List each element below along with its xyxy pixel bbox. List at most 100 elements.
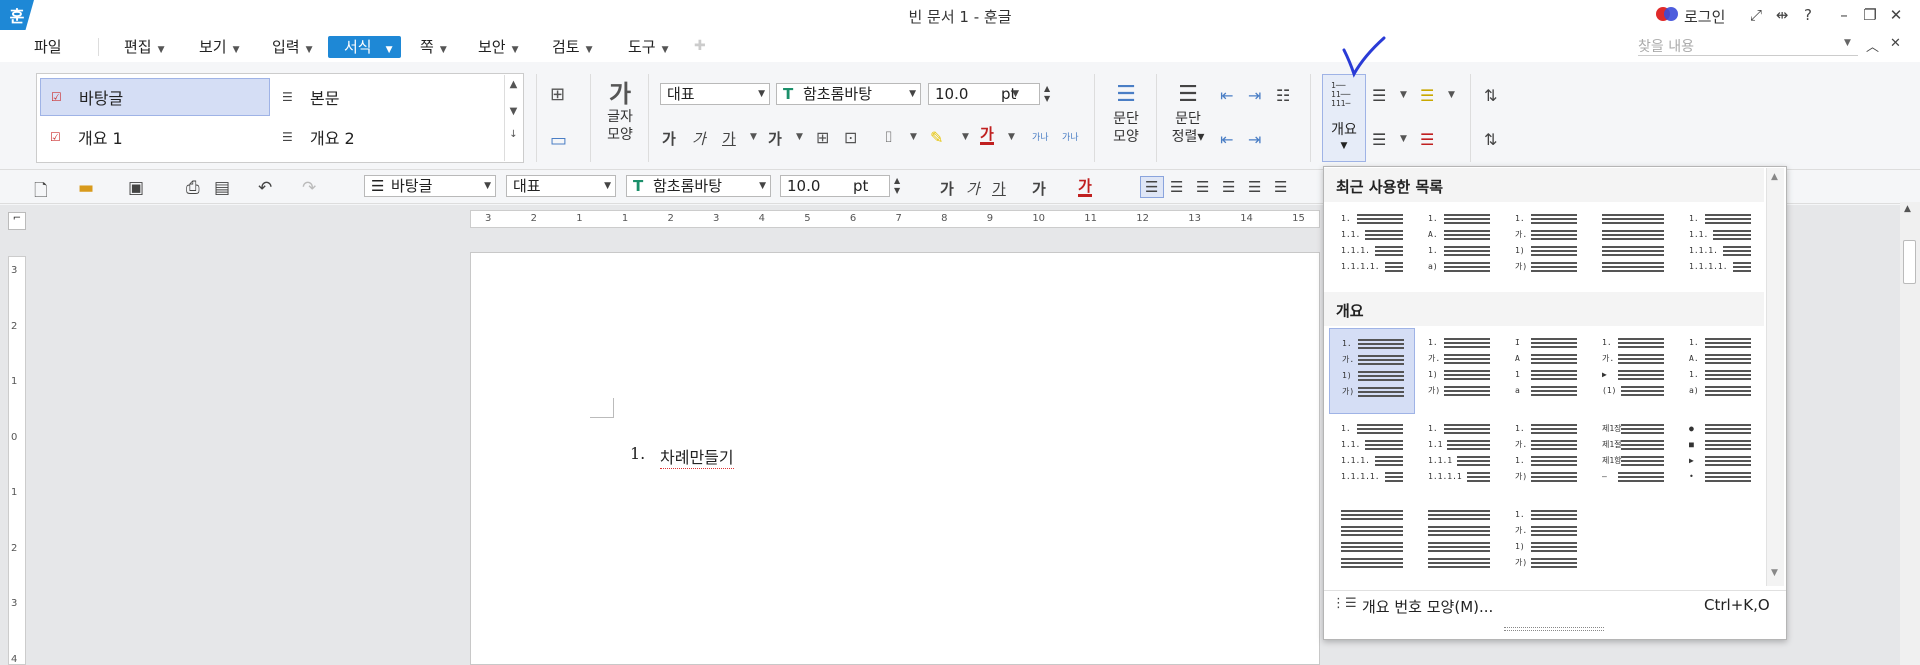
char-shape-button[interactable]: 가 글자 모양 [598, 80, 642, 144]
chevron-down-icon[interactable]: ▼ [796, 132, 803, 142]
login-logo-icon[interactable] [1656, 7, 1678, 23]
outline-thumb[interactable]: 1. 1.1. 1.1.1. 1.1.1.1. [1329, 414, 1415, 500]
outline-thumb[interactable]: 1. 가. ▶ (1) [1590, 328, 1676, 414]
help-icon[interactable]: ? [1798, 6, 1818, 24]
recent-thumb[interactable]: 1. 가. 1) 가) [1503, 204, 1589, 290]
align-distribute-icon[interactable]: ☰ [1248, 178, 1261, 196]
style-combo[interactable]: ☰ 바탕글 ▼ [364, 175, 496, 197]
indent-right-icon[interactable]: ⇥ [1248, 86, 1261, 105]
collapse-ribbon-icon[interactable]: ︿ [1866, 36, 1879, 55]
scroll-thumb[interactable] [1903, 240, 1916, 284]
align-split-icon[interactable]: ☰ [1274, 178, 1287, 196]
indent-left-icon[interactable]: ⇤ [1220, 86, 1233, 105]
margin-right-icon[interactable]: ⇥ [1248, 130, 1261, 149]
size-stepper[interactable]: ▲ ▼ [1044, 84, 1050, 104]
search-dropdown-icon[interactable]: ▼ [1844, 38, 1851, 48]
menu-review[interactable]: 검토 ▼ [552, 36, 593, 58]
scroll-up-icon[interactable]: ▲ [1771, 172, 1778, 182]
font-size-combo[interactable]: 10.0 pt ▼ [928, 83, 1040, 105]
outline-thumb[interactable]: IA 1 a [1503, 328, 1589, 414]
outline-thumb[interactable] [1416, 500, 1502, 586]
align-left-icon[interactable]: ☰ [1170, 178, 1183, 196]
close-menu-icon[interactable]: ✕ [1890, 36, 1901, 51]
font-color-icon[interactable]: 가 [980, 126, 994, 145]
italic-button-secondary[interactable]: 가 [966, 178, 980, 199]
bold-button-secondary[interactable]: 가 [940, 178, 954, 199]
outline-thumb[interactable]: 1. 가. 1. 가) [1503, 414, 1589, 500]
underline-button-secondary[interactable]: 가 [992, 178, 1006, 199]
undo-icon[interactable]: ↶ [258, 178, 272, 198]
save-icon[interactable]: ▣ [128, 178, 144, 198]
horizontal-ruler[interactable]: 3 2 1 1 2 3 4 5 6 7 8 9 10 11 12 13 14 15 [470, 210, 1320, 228]
outline-thumb[interactable]: ● ■ ▶ • [1677, 414, 1763, 500]
first-line-icon[interactable]: ☷ [1276, 86, 1290, 105]
underline-button[interactable]: 가 [722, 128, 736, 149]
numbered-list-icon[interactable]: ☰ [1372, 130, 1386, 149]
sort-descending-icon[interactable]: ⇅ [1484, 130, 1497, 149]
multilevel-list-icon[interactable]: ☰ [1420, 130, 1434, 149]
login-button[interactable]: 로그인 [1684, 6, 1725, 27]
shade-icon[interactable]: ⊡ [844, 128, 857, 147]
italic-button[interactable]: 가 [692, 128, 706, 149]
ruler-corner-button[interactable]: ⌐ [8, 212, 26, 230]
close-icon[interactable]: ✕ [1886, 6, 1906, 24]
outline-number-shape-menu[interactable]: 개요 번호 모양(M)... [1362, 596, 1493, 617]
strikethrough-button[interactable]: 가 [768, 128, 782, 149]
style-item-outline-2[interactable]: ☰ 개요 2 [282, 118, 482, 156]
menu-security[interactable]: 보안 ▼ [478, 36, 519, 58]
bullet-list-icon[interactable]: ☰ [1372, 86, 1386, 105]
font-combo[interactable]: T 함초롬바탕 ▼ [776, 83, 921, 105]
style-manager-icon[interactable]: ▭ [550, 130, 567, 151]
menu-format[interactable]: 서식 ▼ [328, 36, 401, 58]
sort-ascending-icon[interactable]: ⇅ [1484, 86, 1497, 105]
chevron-down-icon[interactable]: ▼ [1400, 90, 1407, 100]
style-item-outline-1[interactable]: ☑ 개요 1 [50, 118, 270, 156]
outline-button[interactable]: 1── 11── 111─ 개요 ▼ [1322, 74, 1366, 162]
font-size-combo-secondary[interactable]: 10.0 pt [780, 175, 890, 197]
fit-icon[interactable]: ⇹ [1772, 6, 1792, 24]
outline-thumb[interactable]: 1. 가. 1) 가) [1503, 500, 1589, 586]
highlight-icon[interactable]: ✎ [930, 128, 943, 147]
panel-scrollbar[interactable]: ▲ ▼ [1766, 168, 1784, 586]
bold-button[interactable]: 가 [662, 128, 676, 149]
vertical-ruler[interactable]: 3 2 1 0 1 2 3 4 [8, 256, 26, 665]
spacing-wide-button[interactable]: 가나 [1062, 130, 1079, 143]
new-doc-icon[interactable]: 🗋 [34, 178, 48, 207]
recent-thumb[interactable] [1590, 204, 1676, 290]
lang-combo-secondary[interactable]: 대표 ▼ [506, 175, 616, 197]
font-color-button-secondary[interactable]: 가 [1078, 178, 1092, 197]
margin-left-icon[interactable]: ⇤ [1220, 130, 1233, 149]
search-input[interactable]: 찾을 내용 [1638, 36, 1858, 56]
menu-page[interactable]: 쪽 ▼ [420, 36, 447, 58]
outline-thumb[interactable]: 1. 가. 1) 가) [1329, 328, 1415, 414]
para-align-button[interactable]: ☰ 문단 정렬▾ [1166, 80, 1210, 146]
minimize-icon[interactable]: – [1834, 6, 1854, 24]
restore-icon[interactable]: ❐ [1860, 6, 1880, 24]
para-shape-button[interactable]: ☰ 문단 모양 [1104, 80, 1148, 146]
menu-tools[interactable]: 도구 ▼ [628, 36, 669, 58]
strikethrough-button-secondary[interactable]: 가 [1032, 178, 1046, 199]
size-stepper-secondary[interactable]: ▲ ▼ [894, 176, 900, 196]
recent-thumb[interactable]: 1. A. 1. a) [1416, 204, 1502, 290]
scroll-up-icon[interactable]: ▲ [1904, 204, 1911, 214]
chevron-down-icon[interactable]: ▼ [1400, 134, 1407, 144]
document-page[interactable] [470, 252, 1320, 665]
recent-thumb[interactable]: 1. 1.1. 1.1.1. 1.1.1.1. [1329, 204, 1415, 290]
align-right-icon[interactable]: ☰ [1222, 178, 1235, 196]
style-gallery-scrollbar[interactable]: ▲ ▼ ↓ [504, 75, 522, 161]
border-icon[interactable]: ⊞ [816, 128, 829, 147]
chevron-down-icon[interactable]: ▼ [750, 132, 757, 142]
style-item-batanggeul[interactable]: ☑ 바탕글 [40, 78, 270, 116]
menu-insert[interactable]: 입력 ▼ [272, 36, 313, 58]
checklist-icon[interactable]: ☰ [1420, 86, 1434, 105]
chevron-down-icon[interactable]: ▼ [910, 132, 917, 142]
spacing-narrow-button[interactable]: 가나 [1032, 130, 1049, 143]
outline-thumb[interactable]: 1. 가. 1) 가) [1416, 328, 1502, 414]
preview-icon[interactable]: ▤ [214, 178, 230, 198]
add-style-icon[interactable]: ⊞ [550, 84, 565, 105]
outline-thumb[interactable] [1329, 500, 1415, 586]
chevron-down-icon[interactable]: ▼ [962, 132, 969, 142]
scroll-down-icon[interactable]: ▼ [1771, 568, 1778, 578]
lang-combo[interactable]: 대표 ▼ [660, 83, 770, 105]
menu-file[interactable]: 파일 [34, 36, 62, 58]
